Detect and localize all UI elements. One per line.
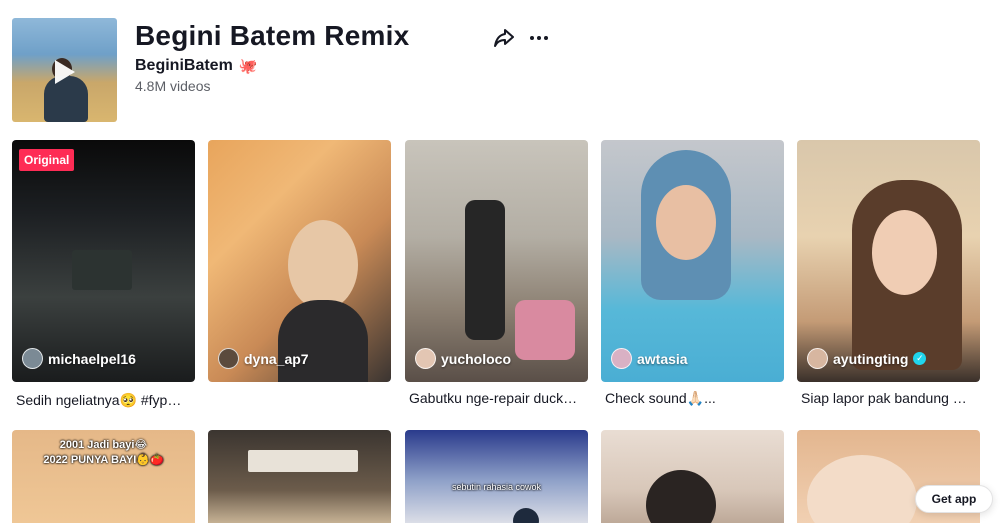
dot (544, 36, 548, 40)
dot (537, 36, 541, 40)
ceiling-light (248, 450, 358, 472)
avatar (22, 348, 43, 369)
face-shape (656, 185, 716, 260)
sound-header: Begini Batem Remix BeginiBatem 🐙 4.8M vi… (12, 18, 992, 124)
original-badge: Original (19, 149, 75, 171)
video-user: awtasia (611, 348, 688, 369)
face-shape (288, 220, 358, 310)
video-user: ayutingting ✓ (807, 348, 927, 369)
video-overlay-text: 2001 Jadi bayi😂 2022 PUNYA BAYI👶🍅 (43, 439, 164, 466)
video-user: dyna_ap7 (218, 348, 309, 369)
video-card[interactable] (208, 430, 391, 523)
username: ayutingting (833, 350, 909, 367)
avatar (218, 348, 239, 369)
video-thumbnail[interactable]: awtasia (601, 140, 784, 382)
video-overlay-text: sebutin rahasia cowok (451, 482, 542, 492)
video-card[interactable]: awtasia Check sound🙏🏻... (601, 140, 784, 407)
username: dyna_ap7 (244, 350, 309, 367)
video-thumbnail[interactable]: yucholoco (405, 140, 588, 382)
video-caption[interactable]: Siap lapor pak bandung h... (797, 390, 972, 406)
sound-artist[interactable]: BeginiBatem 🐙 (135, 57, 257, 75)
video-caption[interactable]: Gabutku nge-repair duckta... (405, 390, 580, 406)
more-icon[interactable] (527, 26, 551, 50)
video-user: yucholoco (415, 348, 511, 369)
avatar (415, 348, 436, 369)
hair-shape (807, 455, 917, 523)
octopus-emoji-icon: 🐙 (238, 58, 258, 75)
username: yucholoco (441, 350, 512, 367)
video-thumbnail[interactable]: sebutin rahasia cowok (405, 430, 588, 523)
play-icon[interactable] (55, 60, 75, 84)
video-card[interactable]: yucholoco Gabutku nge-repair duckta... (405, 140, 588, 406)
username: michaelpel16 (48, 350, 136, 367)
machine-shape (515, 300, 575, 360)
dot (530, 36, 534, 40)
video-thumbnail[interactable]: Original michaelpel16 (12, 140, 195, 382)
head-shape (646, 470, 716, 523)
verified-icon: ✓ (913, 352, 927, 365)
sound-cover[interactable] (12, 18, 117, 122)
face-shape (872, 210, 937, 295)
video-card[interactable]: Original michaelpel16 Sedih ngeliatnya🥺 … (12, 140, 195, 410)
video-caption[interactable]: Sedih ngeliatnya🥺 #fypシ ... (12, 390, 187, 410)
get-app-button[interactable]: Get app (915, 485, 993, 513)
artist-name[interactable]: BeginiBatem (135, 57, 233, 75)
video-thumbnail[interactable]: 2001 Jadi bayi😂 2022 PUNYA BAYI👶🍅 (12, 430, 195, 523)
video-card[interactable]: sebutin rahasia cowok (405, 430, 588, 523)
avatar (807, 348, 828, 369)
video-thumbnail[interactable]: dyna_ap7 (208, 140, 391, 382)
video-thumbnail[interactable] (208, 430, 391, 523)
head-shape (513, 508, 539, 523)
video-user: michaelpel16 (22, 348, 136, 369)
video-card[interactable]: dyna_ap7 (208, 140, 391, 390)
video-card[interactable] (601, 430, 784, 523)
video-count: 4.8M videos (135, 78, 211, 94)
username: awtasia (637, 350, 688, 367)
house-sign (72, 250, 132, 290)
share-icon[interactable] (492, 26, 516, 50)
body-shape (278, 300, 368, 382)
video-caption[interactable]: Check sound🙏🏻... (601, 390, 776, 407)
person-shape (465, 200, 505, 340)
video-card[interactable]: 2001 Jadi bayi😂 2022 PUNYA BAYI👶🍅 (12, 430, 195, 523)
avatar (611, 348, 632, 369)
video-thumbnail[interactable] (601, 430, 784, 523)
video-card[interactable]: ayutingting ✓ Siap lapor pak bandung h..… (797, 140, 980, 406)
video-thumbnail[interactable]: ayutingting ✓ (797, 140, 980, 382)
sound-title: Begini Batem Remix (135, 20, 410, 51)
